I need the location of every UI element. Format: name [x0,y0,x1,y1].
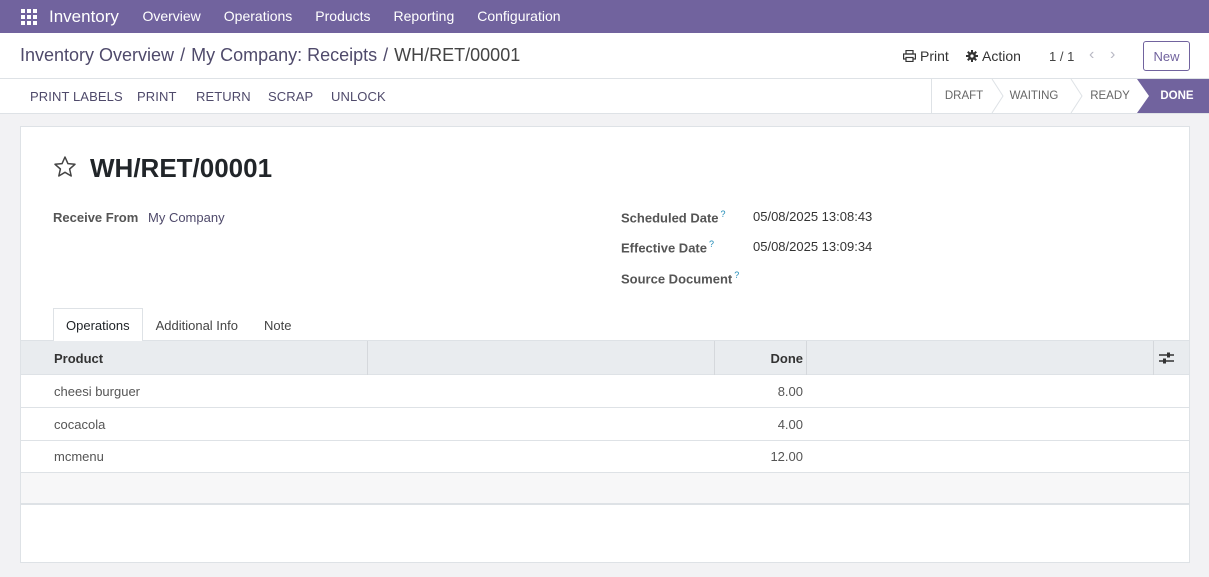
table-row[interactable]: cheesi burguer 8.00 [21,375,1189,408]
breadcrumb-receipts[interactable]: My Company: Receipts [191,45,377,65]
table-row[interactable]: mcmenu 12.00 [21,440,1189,473]
help-icon[interactable]: ? [721,209,726,219]
action-menu-button[interactable]: Action [966,48,1021,64]
stage-pipeline: DRAFT WAITING READY DONE [931,79,1209,113]
new-button[interactable]: New [1143,41,1190,71]
done-cell[interactable]: 8.00 [714,375,803,407]
stage-ready[interactable]: READY [1079,79,1141,113]
table-empty-row [21,473,1189,505]
stage-draft[interactable]: DRAFT [931,79,997,113]
return-button[interactable]: RETURN [196,89,251,104]
scrap-button[interactable]: SCRAP [268,89,313,104]
printer-icon [903,50,916,62]
breadcrumb-current: WH/RET/00001 [394,45,521,65]
column-divider [1153,341,1154,375]
column-done[interactable]: Done [714,341,804,375]
print-button[interactable]: PRINT [137,89,177,104]
record-title: WH/RET/00001 [90,153,273,183]
chevron-right-icon[interactable]: › [1110,46,1115,64]
print-labels-button[interactable]: PRINT LABELS [30,89,123,104]
source-document-label: Source Document? [621,270,739,286]
breadcrumb: Inventory Overview / My Company: Receipts /… [20,45,520,66]
chevron-left-icon[interactable]: ‹ [1089,46,1094,64]
tab-additional-info[interactable]: Additional Info [143,308,251,341]
apps-menu-icon[interactable] [21,8,37,25]
breadcrumb-inventory-overview[interactable]: Inventory Overview [20,45,174,65]
nav-configuration[interactable]: Configuration [466,0,572,33]
table-row[interactable]: cocacola 4.00 [21,408,1189,441]
help-icon[interactable]: ? [709,239,714,249]
notebook-tabs: Operations Additional Info Note [53,308,304,341]
unlock-button[interactable]: UNLOCK [331,89,386,104]
breadcrumb-separator: / [383,45,389,65]
table-header: Product Done [21,341,1189,375]
star-icon[interactable] [53,155,77,179]
source-document-label-text: Source Document [621,271,733,287]
effective-date-label: Effective Date? [621,239,714,255]
done-cell[interactable]: 12.00 [714,440,803,472]
scheduled-date-label: Scheduled Date? [621,209,726,225]
help-icon[interactable]: ? [734,270,739,280]
gear-icon [966,50,978,62]
column-product[interactable]: Product [54,341,103,375]
done-cell[interactable]: 4.00 [714,408,803,440]
print-menu-label: Print [920,48,949,64]
scheduled-date-value[interactable]: 05/08/2025 13:08:43 [753,209,872,224]
tab-note[interactable]: Note [251,308,304,341]
stage-waiting[interactable]: WAITING [999,79,1069,113]
status-bar: PRINT LABELS PRINT RETURN SCRAP UNLOCK D… [0,79,1209,114]
nav-overview[interactable]: Overview [131,0,212,33]
action-menu-label: Action [982,48,1021,64]
nav-operations[interactable]: Operations [212,0,303,33]
control-panel: Inventory Overview / My Company: Receipts /… [0,33,1209,79]
breadcrumb-separator: / [180,45,186,65]
nav-reporting[interactable]: Reporting [382,0,466,33]
nav-products[interactable]: Products [304,0,382,33]
pager-value[interactable]: 1 / 1 [1049,49,1074,64]
app-name[interactable]: Inventory [49,7,119,27]
receive-from-value[interactable]: My Company [148,210,225,225]
effective-date-value: 05/08/2025 13:09:34 [753,239,873,254]
product-cell[interactable]: cheesi burguer [54,375,140,407]
tab-operations[interactable]: Operations [53,308,143,341]
form-sheet: WH/RET/00001 Receive From My Company Sch… [20,126,1190,563]
optional-columns-icon[interactable] [1159,352,1174,365]
scheduled-date-label-text: Scheduled Date [621,210,719,226]
product-cell[interactable]: cocacola [54,408,105,440]
column-divider [367,341,368,375]
top-navbar: Inventory Overview Operations Products R… [0,0,1209,33]
stage-done[interactable]: DONE [1137,79,1209,113]
receive-from-label: Receive From [53,210,139,225]
column-divider [806,341,807,375]
product-cell[interactable]: mcmenu [54,440,104,472]
print-menu-button[interactable]: Print [903,48,949,64]
effective-date-label-text: Effective Date [621,240,707,256]
